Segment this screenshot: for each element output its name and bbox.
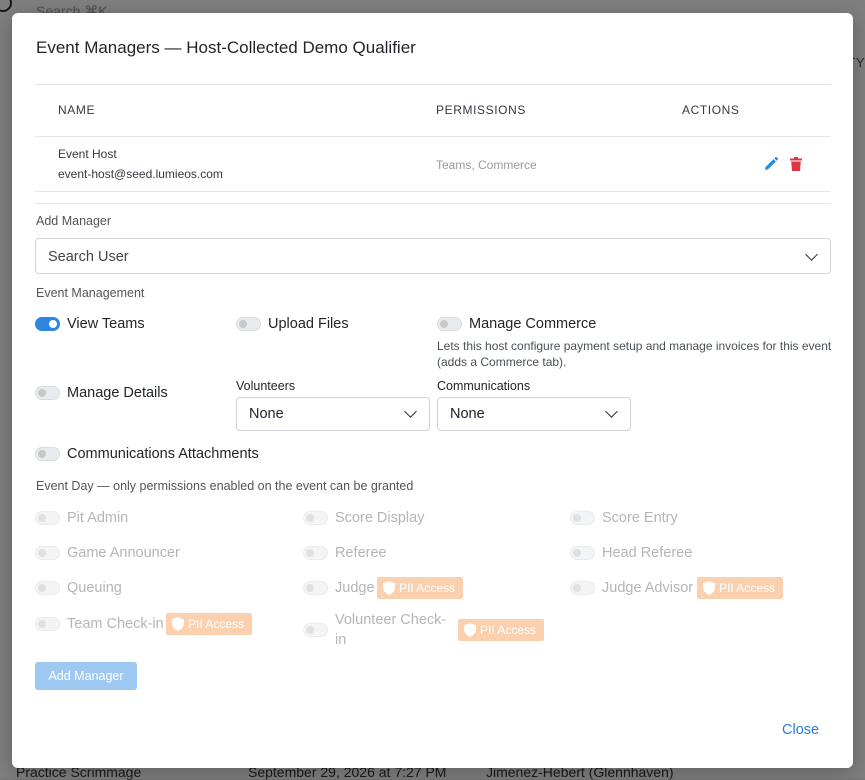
head-referee-toggle[interactable] xyxy=(570,546,595,560)
view-teams-label: View Teams xyxy=(67,316,145,332)
volunteers-select[interactable]: None xyxy=(236,397,430,431)
score-display-label: Score Display xyxy=(335,510,425,526)
event-management-label: Event Management xyxy=(36,286,145,300)
volunteer-checkin-label-line2: in xyxy=(335,632,347,648)
pii-access-badge: PII Access xyxy=(377,577,464,599)
volunteers-value: None xyxy=(249,406,284,422)
divider xyxy=(35,136,831,137)
search-user-select[interactable]: Search User xyxy=(35,238,831,274)
event-managers-modal: Event Managers — Host-Collected Demo Qua… xyxy=(12,13,853,768)
queuing-toggle[interactable] xyxy=(35,581,60,595)
shield-icon xyxy=(383,581,395,595)
shield-icon xyxy=(172,617,184,631)
referee-toggle[interactable] xyxy=(303,546,328,560)
communications-attachments-toggle[interactable] xyxy=(35,447,60,461)
column-header-actions: ACTIONS xyxy=(682,103,740,117)
manager-permissions: Teams, Commerce xyxy=(436,158,537,172)
divider xyxy=(35,84,831,85)
chevron-down-icon xyxy=(805,248,818,261)
team-checkin-label: Team Check-in xyxy=(67,616,164,632)
manager-name: Event Host xyxy=(58,147,117,161)
chevron-down-icon xyxy=(404,405,417,418)
head-referee-label: Head Referee xyxy=(602,545,693,561)
manage-commerce-toggle[interactable] xyxy=(437,317,462,331)
judge-label: Judge xyxy=(335,580,375,596)
game-announcer-toggle[interactable] xyxy=(35,546,60,560)
volunteers-label: Volunteers xyxy=(236,379,296,393)
edit-icon[interactable] xyxy=(763,156,779,172)
pii-access-badge: PII Access xyxy=(166,613,253,635)
manage-details-label: Manage Details xyxy=(67,385,168,401)
pit-admin-label: Pit Admin xyxy=(67,510,129,526)
divider xyxy=(35,203,831,204)
referee-label: Referee xyxy=(335,545,387,561)
view-teams-toggle[interactable] xyxy=(35,317,60,331)
add-manager-button[interactable]: Add Manager xyxy=(35,662,137,690)
manager-email: event-host@seed.lumieos.com xyxy=(58,167,223,181)
event-day-label: Event Day — only permissions enabled on … xyxy=(36,479,414,493)
divider xyxy=(35,191,831,192)
judge-toggle[interactable] xyxy=(303,581,328,595)
upload-files-toggle[interactable] xyxy=(236,317,261,331)
trash-icon[interactable] xyxy=(788,156,804,172)
pit-admin-toggle[interactable] xyxy=(35,511,60,525)
manage-commerce-description: Lets this host configure payment setup a… xyxy=(437,339,832,369)
modal-title: Event Managers — Host-Collected Demo Qua… xyxy=(36,38,416,57)
communications-value: None xyxy=(450,406,485,422)
volunteer-checkin-toggle[interactable] xyxy=(303,623,328,637)
pii-access-badge: PII Access xyxy=(458,619,545,641)
add-manager-label: Add Manager xyxy=(36,214,112,228)
judge-advisor-label: Judge Advisor xyxy=(602,580,694,596)
communications-select[interactable]: None xyxy=(437,397,631,431)
volunteer-checkin-label-line1: Volunteer Check- xyxy=(335,612,447,628)
queuing-label: Queuing xyxy=(67,580,122,596)
column-header-permissions: PERMISSIONS xyxy=(436,103,526,117)
shield-icon xyxy=(464,623,476,637)
game-announcer-label: Game Announcer xyxy=(67,545,180,561)
pii-access-badge: PII Access xyxy=(697,577,784,599)
communications-label: Communications xyxy=(437,379,531,393)
upload-files-label: Upload Files xyxy=(268,316,349,332)
close-button[interactable]: Close xyxy=(782,722,819,738)
score-display-toggle[interactable] xyxy=(303,511,328,525)
manage-commerce-label: Manage Commerce xyxy=(469,316,597,332)
chevron-down-icon xyxy=(605,405,618,418)
communications-attachments-label: Communications Attachments xyxy=(67,446,259,462)
search-user-placeholder: Search User xyxy=(48,249,129,265)
team-checkin-toggle[interactable] xyxy=(35,617,60,631)
manage-details-toggle[interactable] xyxy=(35,386,60,400)
column-header-name: NAME xyxy=(58,103,96,117)
shield-icon xyxy=(703,581,715,595)
score-entry-toggle[interactable] xyxy=(570,511,595,525)
judge-advisor-toggle[interactable] xyxy=(570,581,595,595)
score-entry-label: Score Entry xyxy=(602,510,678,526)
